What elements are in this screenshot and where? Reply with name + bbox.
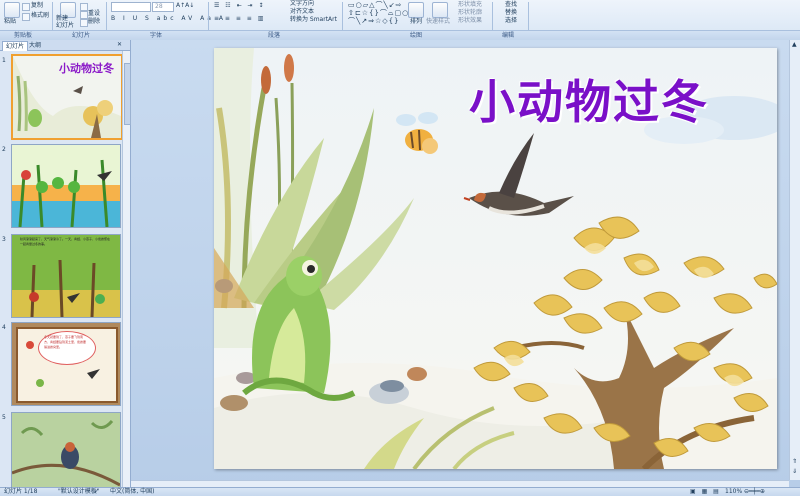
- find-button[interactable]: 查找: [505, 1, 517, 9]
- thumb-3-text: 秋风渐渐起来了，天气渐渐冷了。一天，青蛙、小燕子、小蜜蜂聚在一起商量过冬的事。: [20, 237, 111, 246]
- text-direction-button[interactable]: 文字方向: [290, 0, 314, 8]
- slides-panel: 幻灯片 大纲 ✕ 1 小动物过冬 2 3 秋风渐渐起来了，天气渐渐冷了。一天，青…: [0, 40, 131, 496]
- arrange-button[interactable]: [408, 2, 424, 18]
- shapes-gallery-row3[interactable]: ⌒╲↗⇒☆◇{}: [348, 17, 400, 25]
- font-grow-icon[interactable]: A↑A↓: [176, 2, 194, 10]
- thumb-1-title: 小动物过冬: [59, 62, 114, 75]
- panel-scroll-thumb[interactable]: [124, 63, 131, 125]
- layout-icon: [80, 3, 88, 11]
- vertical-scrollbar[interactable]: ▲ ⇑ ⇓: [789, 40, 800, 480]
- prev-slide-icon[interactable]: ⇑: [792, 458, 797, 466]
- format-painter-icon: [22, 13, 30, 21]
- shapes-gallery[interactable]: ▭○▱△⌒╲↙⇨: [348, 1, 402, 9]
- font-size-box[interactable]: 28: [152, 2, 174, 12]
- arrange-label[interactable]: 排列: [410, 18, 422, 26]
- format-painter-button[interactable]: 格式刷: [31, 12, 49, 20]
- panel-tabs: 幻灯片 大纲 ✕: [0, 40, 130, 51]
- slide-thumbnail-3[interactable]: 秋风渐渐起来了，天气渐渐冷了。一天，青蛙、小燕子、小蜜蜂聚在一起商量过冬的事。: [11, 234, 121, 318]
- tab-slides[interactable]: 幻灯片: [2, 41, 29, 51]
- slide-canvas[interactable]: 小动物过冬: [214, 48, 777, 469]
- scroll-up-icon[interactable]: ▲: [792, 41, 797, 49]
- slide-thumbnail-5[interactable]: [11, 412, 121, 496]
- shape-outline-button[interactable]: 形状轮廓: [458, 9, 482, 17]
- copy-icon: [22, 3, 30, 11]
- reset-icon: [80, 11, 88, 19]
- next-slide-icon[interactable]: ⇓: [792, 468, 797, 476]
- thumb-2-art: [12, 145, 120, 227]
- slide-workspace: 小动物过冬: [131, 40, 800, 487]
- delete-icon: [80, 19, 88, 27]
- thumb-number-4: 4: [2, 324, 6, 331]
- group-label-paragraph: 段落: [268, 32, 281, 39]
- group-label-drawing: 绘图: [410, 32, 423, 39]
- reset-button[interactable]: 重设: [88, 10, 100, 18]
- thumb-4-art: [26, 341, 100, 387]
- replace-button[interactable]: 替换: [505, 9, 517, 17]
- delete-button[interactable]: 删除: [88, 18, 100, 26]
- slide-thumbnail-1[interactable]: 小动物过冬: [11, 54, 123, 140]
- group-label-clipboard: 剪贴板: [14, 32, 33, 39]
- paste-button[interactable]: [4, 2, 20, 18]
- slide-thumbnail-2[interactable]: [11, 144, 121, 228]
- font-name-box[interactable]: [111, 2, 151, 12]
- font-size-value: 28: [155, 3, 163, 10]
- quick-styles-button[interactable]: [432, 2, 448, 18]
- slide-title[interactable]: 小动物过冬: [469, 66, 709, 132]
- shape-fill-button[interactable]: 形状填充: [458, 1, 482, 9]
- align-text-button[interactable]: 对齐文本: [290, 8, 314, 16]
- group-label-editing: 编辑: [502, 32, 515, 39]
- thumb-number-2: 2: [2, 146, 6, 153]
- quick-styles-label[interactable]: 快速样式: [426, 18, 450, 26]
- panel-scrollbar[interactable]: [122, 51, 131, 487]
- group-label-slides: 幻灯片: [72, 32, 91, 39]
- close-panel-icon[interactable]: ✕: [117, 41, 122, 49]
- align-buttons[interactable]: ≡ ≡ ≡ ≡ ▥: [214, 15, 265, 23]
- ribbon-group-labels: 剪贴板 幻灯片 字体 段落 绘图 编辑: [0, 30, 800, 40]
- select-button[interactable]: 选择: [505, 17, 517, 25]
- shape-effects-button[interactable]: 形状效果: [458, 17, 482, 25]
- thumb-3-art: [12, 235, 120, 317]
- group-label-font: 字体: [150, 32, 163, 39]
- tab-outline[interactable]: 大纲: [26, 41, 44, 50]
- thumb-5-art: [12, 413, 120, 495]
- thumb-number-3: 3: [2, 236, 6, 243]
- copy-button[interactable]: 复制: [31, 2, 43, 10]
- new-slide-label[interactable]: 新建 幻灯片: [56, 15, 74, 29]
- shapes-gallery-row2[interactable]: ⇧⊏☆{}⌒⌓▢○: [348, 9, 409, 17]
- thumb-number-1: 1: [2, 57, 6, 64]
- smartart-button[interactable]: 转换为 SmartArt: [290, 16, 337, 24]
- slide-thumbnail-4[interactable]: 冬天就要到了，燕子要飞到南方，青蛙要钻到泥土里，蜜蜂要躲进蜂窝里。: [11, 322, 121, 406]
- list-buttons[interactable]: ☰ ☷ ⇤ ⇥ ↕: [214, 2, 265, 10]
- paste-label[interactable]: 粘贴: [4, 18, 16, 26]
- thumb-number-5: 5: [2, 414, 6, 421]
